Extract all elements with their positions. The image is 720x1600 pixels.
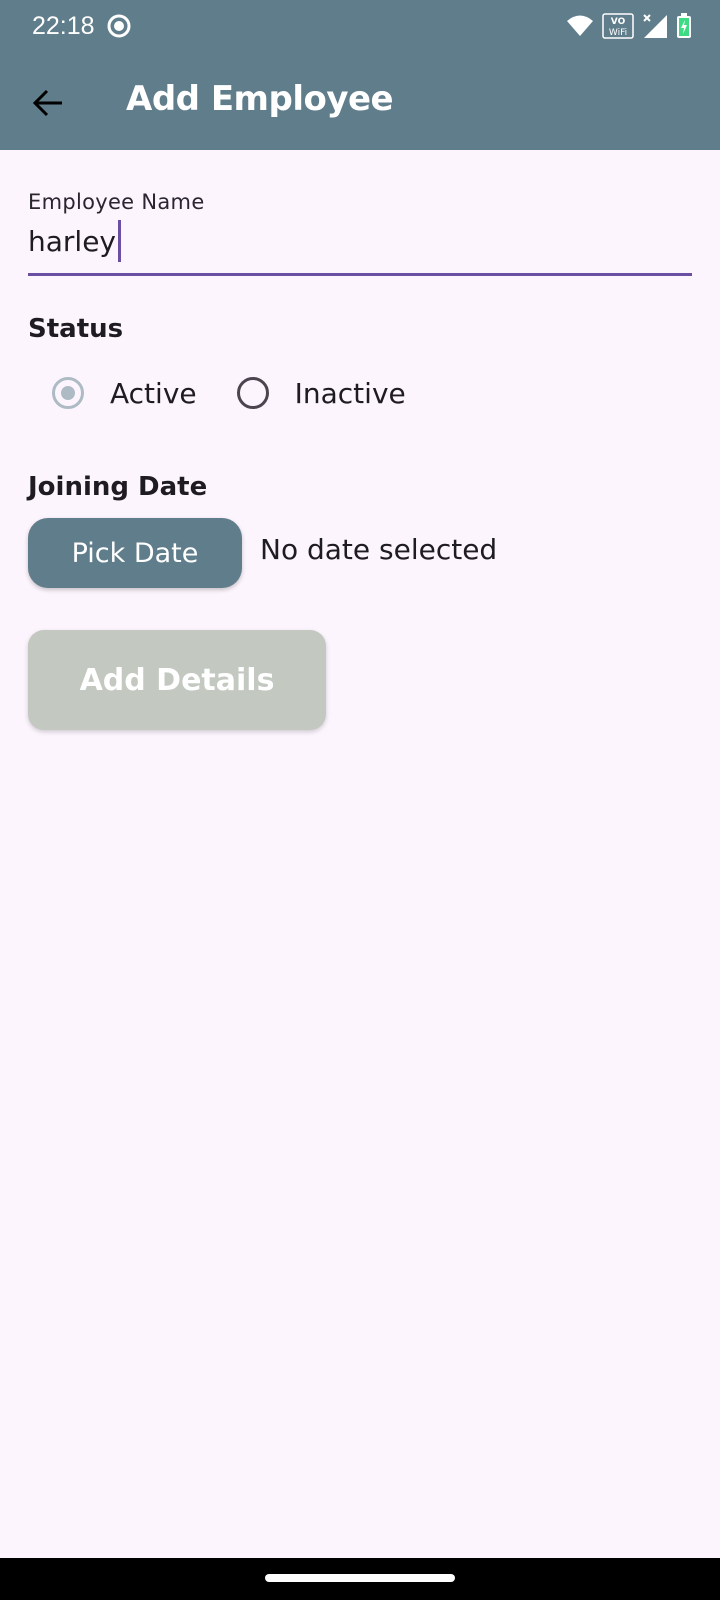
add-employee-screen: 22:18 VO WiFi Add Employee Employee Name… — [0, 0, 720, 1600]
vowifi-icon: VO WiFi — [602, 13, 634, 39]
text-cursor — [118, 220, 121, 262]
record-icon — [107, 14, 131, 38]
vowifi-bottom-label: WiFi — [609, 28, 627, 38]
arrow-back-icon — [32, 89, 62, 117]
radio-inactive[interactable]: Inactive — [236, 376, 406, 410]
employee-name-input[interactable]: harley — [28, 220, 121, 262]
navigation-bar — [0, 1558, 720, 1600]
signal-icon — [643, 14, 667, 38]
app-bar: Add Employee — [0, 52, 720, 150]
status-time: 22:18 — [32, 12, 95, 40]
radio-active-label: Active — [110, 376, 197, 410]
back-button[interactable] — [22, 77, 74, 129]
employee-name-value: harley — [28, 224, 116, 258]
vowifi-top-label: VO — [611, 17, 626, 27]
status-bar: 22:18 VO WiFi — [0, 0, 720, 52]
status-label: Status — [28, 314, 124, 344]
battery-icon — [677, 13, 691, 38]
page-title: Add Employee — [126, 79, 394, 119]
status-radio-group: Active Inactive — [52, 370, 406, 416]
radio-inactive-label: Inactive — [294, 376, 406, 410]
wifi-icon — [567, 15, 593, 36]
radio-active[interactable]: Active — [52, 377, 197, 410]
selected-date-text: No date selected — [260, 533, 498, 566]
home-handle[interactable] — [265, 1574, 455, 1582]
add-details-button[interactable]: Add Details — [28, 630, 326, 730]
employee-name-label: Employee Name — [28, 190, 205, 214]
status-icons: VO WiFi — [566, 12, 692, 40]
employee-name-field[interactable]: Employee Name harley — [28, 186, 692, 276]
pick-date-button[interactable]: Pick Date — [28, 518, 242, 588]
radio-unselected-icon — [236, 377, 269, 409]
joining-date-label: Joining Date — [28, 472, 208, 502]
radio-selected-icon — [52, 377, 84, 409]
